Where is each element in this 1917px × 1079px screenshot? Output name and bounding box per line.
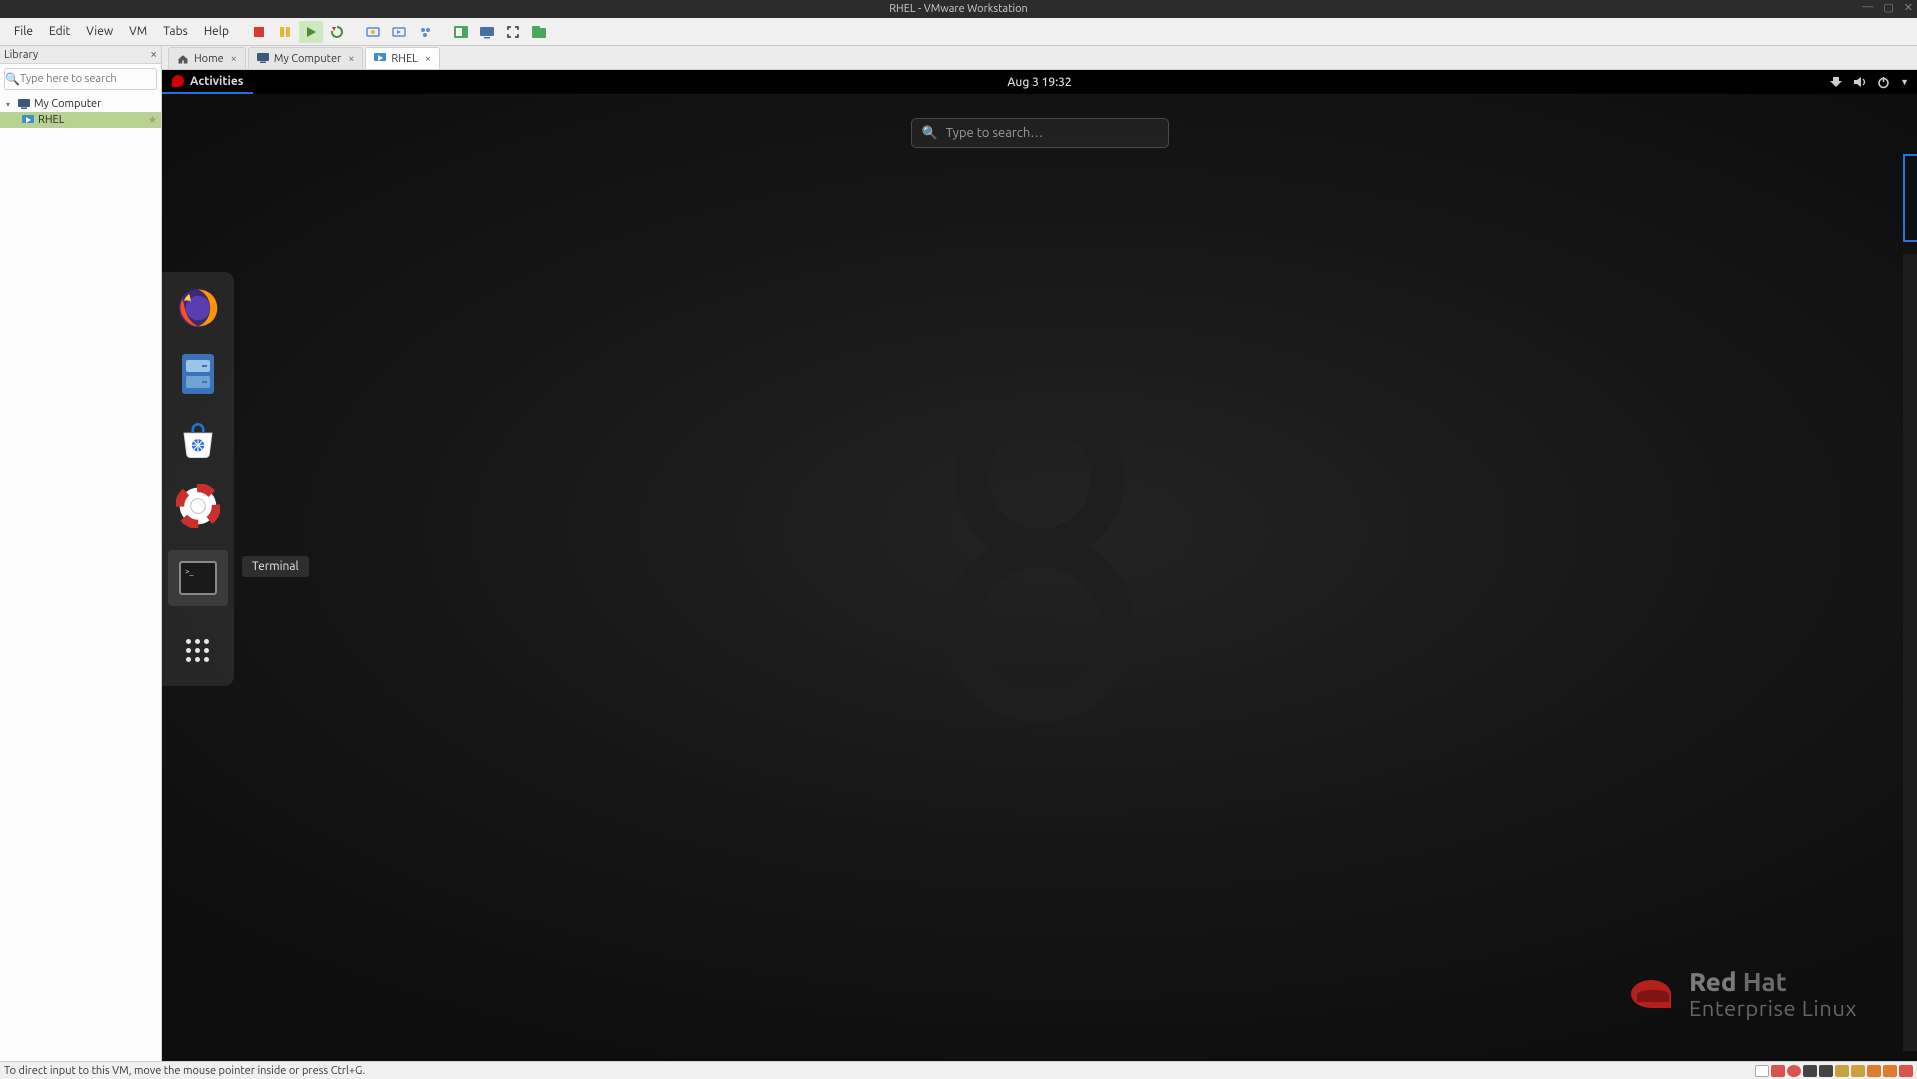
activities-button[interactable]: Activities — [162, 70, 253, 94]
snapshot-take-icon[interactable] — [361, 21, 385, 43]
power-off-icon[interactable] — [247, 21, 271, 43]
svg-text:>_: >_ — [185, 567, 194, 576]
snapshot-manage-icon[interactable] — [413, 21, 437, 43]
dash-tooltip: Terminal — [242, 556, 309, 577]
menu-edit[interactable]: Edit — [41, 21, 78, 42]
host-title: RHEL - VMware Workstation — [889, 3, 1028, 15]
workspace-thumbnail[interactable] — [1903, 154, 1917, 242]
badge-icon[interactable] — [1899, 1065, 1913, 1077]
system-status-area[interactable]: ▼ — [1829, 76, 1909, 89]
maximize-icon[interactable]: ▢ — [1883, 1, 1893, 14]
host-titlebar: RHEL - VMware Workstation — ▢ ✕ — [0, 0, 1917, 18]
menu-vm[interactable]: VM — [121, 21, 155, 42]
vmware-toolbar — [247, 21, 551, 43]
clock[interactable]: Aug 3 19:32 — [1007, 76, 1071, 89]
tab-rhel-close-icon[interactable]: × — [425, 53, 431, 65]
vm-icon — [22, 115, 34, 125]
tree-root[interactable]: ▾ My Computer — [0, 96, 161, 112]
chevron-down-icon[interactable]: ▼ — [1900, 77, 1909, 87]
library-close-icon[interactable]: × — [150, 48, 157, 61]
search-placeholder: Type to search… — [946, 126, 1044, 140]
pause-icon[interactable] — [273, 21, 297, 43]
gnome-overview[interactable]: 🔍 Type to search… Red Hat — [162, 94, 1917, 1061]
cd-icon[interactable] — [1787, 1065, 1801, 1077]
search-icon: 🔍 — [5, 72, 20, 86]
printer-icon[interactable] — [1835, 1065, 1849, 1077]
activities-label: Activities — [190, 75, 243, 88]
dash-show-apps[interactable] — [176, 628, 220, 672]
dash-app-help[interactable] — [176, 484, 220, 528]
library-header: Library × — [0, 46, 161, 64]
console-icon[interactable] — [475, 21, 499, 43]
library-tree: ▾ My Computer RHEL ★ — [0, 94, 161, 130]
guest-viewport[interactable]: Activities Aug 3 19:32 ▼ — [162, 70, 1917, 1061]
workspace-tabs: Home × My Computer × RHEL × — [162, 46, 1917, 70]
menu-help[interactable]: Help — [196, 21, 237, 42]
usb-icon[interactable] — [1867, 1065, 1881, 1077]
statusbar: To direct input to this VM, move the mou… — [0, 1061, 1917, 1079]
vmware-menubar: File Edit View VM Tabs Help — [0, 18, 1917, 46]
hdd-icon[interactable] — [1771, 1065, 1785, 1077]
fullscreen-icon[interactable] — [501, 21, 525, 43]
rhel-branding: Red Hat Enterprise Linux — [1631, 967, 1857, 1021]
caret-down-icon: ▾ — [6, 100, 14, 109]
play-icon[interactable] — [299, 21, 323, 43]
gnome-topbar: Activities Aug 3 19:32 ▼ — [162, 70, 1917, 94]
branding-line1: Red Hat — [1689, 967, 1857, 996]
overview-search[interactable]: 🔍 Type to search… — [911, 118, 1169, 148]
tab-mycomputer-label: My Computer — [274, 53, 341, 65]
redhat-logo-icon — [172, 75, 184, 87]
wallpaper-eight-icon — [940, 393, 1140, 723]
gnome-dash: >_ — [162, 272, 234, 686]
tab-rhel-label: RHEL — [391, 53, 417, 65]
tree-root-label: My Computer — [34, 98, 101, 110]
search-icon: 🔍 — [922, 126, 938, 141]
sound-icon[interactable] — [1883, 1065, 1897, 1077]
statusbar-hint: To direct input to this VM, move the mou… — [4, 1065, 365, 1077]
tab-rhel[interactable]: RHEL × — [365, 47, 440, 69]
branding-line2: Enterprise Linux — [1689, 996, 1857, 1021]
home-icon — [177, 53, 189, 65]
tree-item-label: RHEL — [38, 114, 64, 126]
library-search[interactable]: 🔍 ▾ — [4, 68, 157, 90]
grid-icon — [183, 639, 213, 661]
tab-home[interactable]: Home × — [168, 47, 246, 69]
favorite-icon[interactable]: ★ — [148, 114, 157, 126]
tab-mycomputer[interactable]: My Computer × — [248, 47, 364, 69]
volume-icon[interactable] — [1853, 76, 1867, 88]
dash-app-software[interactable] — [176, 418, 220, 462]
library-title: Library — [4, 49, 38, 61]
tab-home-label: Home — [194, 53, 224, 65]
menu-file[interactable]: File — [6, 21, 41, 42]
restart-icon[interactable] — [325, 21, 349, 43]
computer-icon — [257, 53, 269, 65]
tab-home-close-icon[interactable]: × — [231, 53, 237, 65]
dash-app-terminal[interactable]: >_ — [168, 550, 228, 606]
minimize-icon[interactable]: — — [1862, 1, 1873, 14]
tree-item-rhel[interactable]: RHEL ★ — [0, 112, 161, 128]
floppy-icon[interactable] — [1803, 1065, 1817, 1077]
host-window-controls: — ▢ ✕ — [1862, 1, 1913, 14]
dash-app-files[interactable] — [176, 352, 220, 396]
tab-mycomputer-close-icon[interactable]: × — [348, 53, 354, 65]
network-icon[interactable] — [1829, 76, 1843, 88]
library-search-input[interactable] — [20, 73, 169, 85]
snapshot-revert-icon[interactable] — [387, 21, 411, 43]
guest-scrollbar[interactable] — [1903, 254, 1917, 1051]
library-icon[interactable] — [527, 21, 551, 43]
menu-view[interactable]: View — [78, 21, 121, 42]
computer-icon — [18, 99, 30, 109]
library-panel: Library × 🔍 ▾ ▾ My Computer RHEL ★ — [0, 46, 162, 1061]
input-grab-icon[interactable] — [1755, 1065, 1769, 1077]
statusbar-tray — [1755, 1065, 1913, 1077]
dash-app-firefox[interactable] — [176, 286, 220, 330]
unity-icon[interactable] — [449, 21, 473, 43]
close-icon[interactable]: ✕ — [1904, 1, 1913, 14]
vm-icon — [374, 53, 386, 65]
net-icon[interactable] — [1819, 1065, 1833, 1077]
redhat-fedora-icon — [1631, 980, 1671, 1008]
menu-tabs[interactable]: Tabs — [155, 21, 196, 42]
display-icon[interactable] — [1851, 1065, 1865, 1077]
power-icon[interactable] — [1877, 76, 1890, 89]
